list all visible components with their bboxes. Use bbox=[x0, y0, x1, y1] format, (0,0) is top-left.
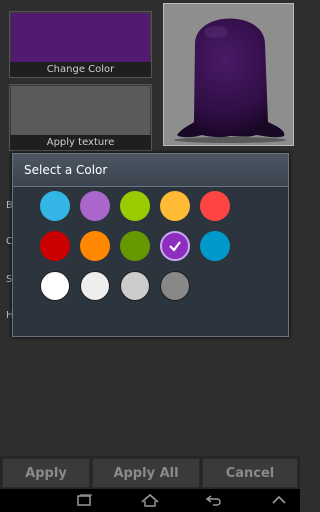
apply-texture-tile[interactable]: Apply texture bbox=[9, 84, 152, 151]
blob-character-image bbox=[174, 18, 286, 143]
color-swatch-6[interactable] bbox=[40, 231, 70, 261]
color-swatch-8[interactable] bbox=[120, 231, 150, 261]
change-color-tile[interactable]: Change Color bbox=[9, 11, 152, 78]
color-swatch-4[interactable] bbox=[160, 191, 190, 221]
bottom-action-bar: Apply Apply All Cancel bbox=[0, 456, 300, 489]
apply-all-button[interactable]: Apply All bbox=[92, 458, 200, 488]
color-swatch-7[interactable] bbox=[80, 231, 110, 261]
selected-check-icon bbox=[160, 231, 190, 261]
color-swatch-3[interactable] bbox=[120, 191, 150, 221]
color-swatch-13[interactable] bbox=[120, 271, 150, 301]
color-swatch-10[interactable] bbox=[200, 231, 230, 261]
back-icon[interactable] bbox=[205, 493, 223, 508]
character-preview bbox=[163, 3, 294, 146]
texture-swatch bbox=[11, 86, 150, 136]
color-swatch-11[interactable] bbox=[40, 271, 70, 301]
apply-texture-label: Apply texture bbox=[10, 135, 151, 150]
dialog-title: Select a Color bbox=[13, 154, 288, 187]
recent-apps-icon[interactable] bbox=[75, 493, 93, 508]
up-icon[interactable] bbox=[270, 493, 288, 508]
color-swatch-9[interactable] bbox=[160, 231, 190, 261]
change-color-label: Change Color bbox=[10, 62, 151, 77]
select-color-dialog: Select a Color bbox=[12, 153, 289, 337]
color-swatch-5[interactable] bbox=[200, 191, 230, 221]
home-icon[interactable] bbox=[141, 493, 159, 508]
color-swatch-2[interactable] bbox=[80, 191, 110, 221]
apply-button[interactable]: Apply bbox=[2, 458, 90, 488]
color-swatch-1[interactable] bbox=[40, 191, 70, 221]
cancel-button[interactable]: Cancel bbox=[202, 458, 298, 488]
color-swatch-14[interactable] bbox=[160, 271, 190, 301]
system-nav-bar bbox=[0, 489, 300, 512]
color-swatch-12[interactable] bbox=[80, 271, 110, 301]
current-color-swatch bbox=[11, 13, 150, 63]
